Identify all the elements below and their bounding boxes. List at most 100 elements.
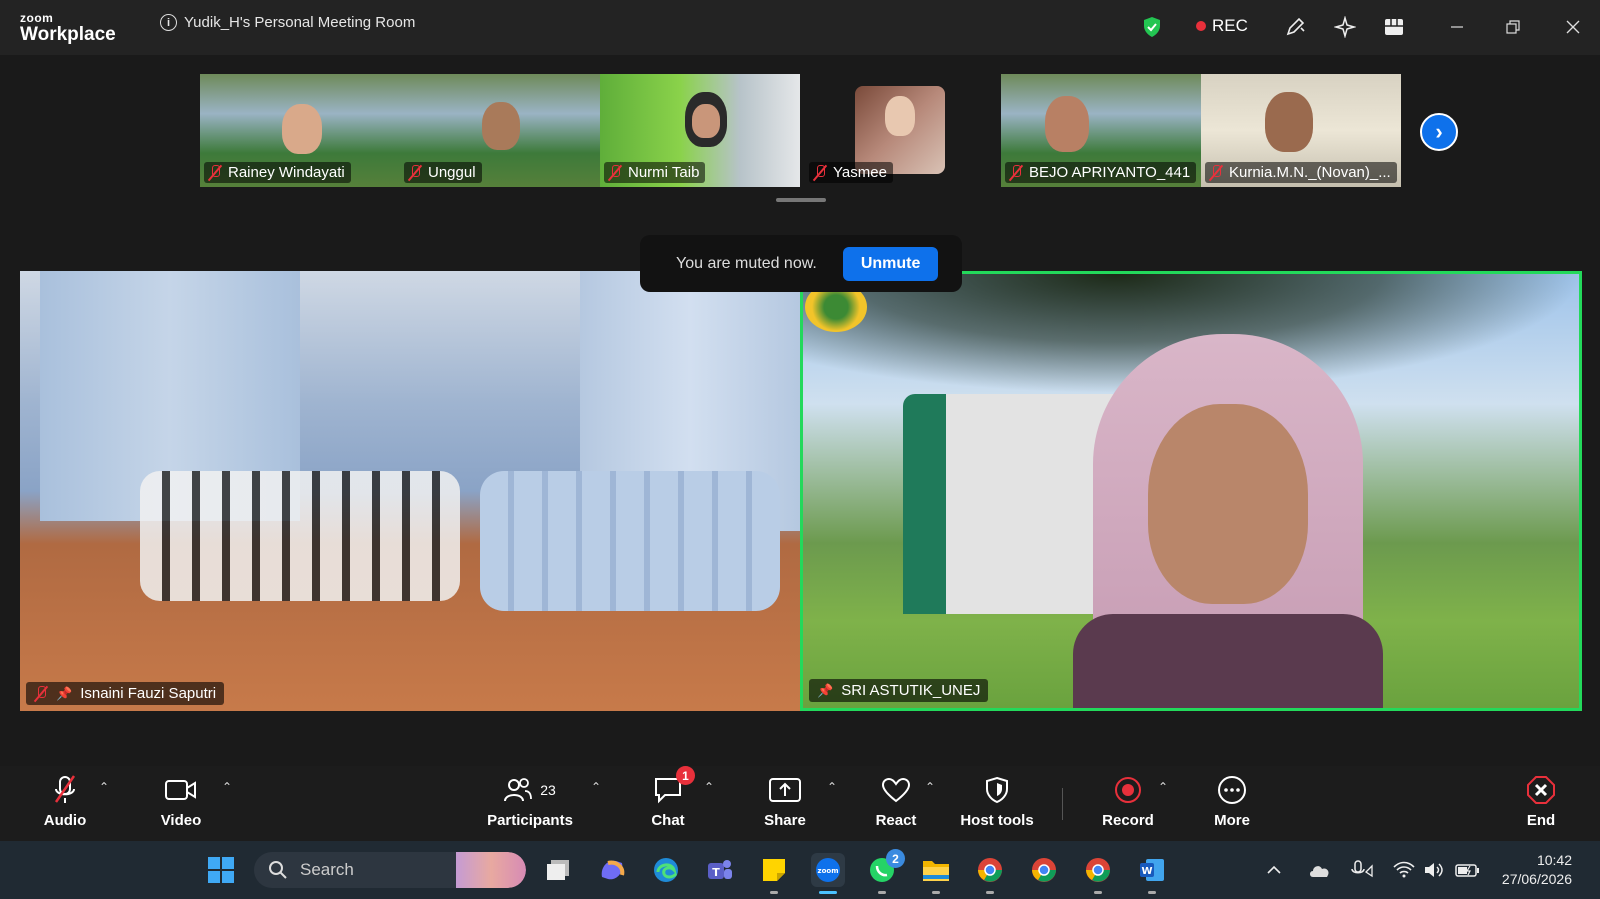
zoom-taskbar-icon[interactable]: zoom	[811, 853, 845, 894]
video-options-chevron-up-icon[interactable]: ⌃	[222, 780, 232, 794]
task-view-icon[interactable]	[541, 853, 575, 887]
muted-message: You are muted now.	[676, 254, 817, 272]
windows-start-icon[interactable]	[204, 853, 238, 887]
seated-group-boys	[140, 471, 460, 601]
zoom-logo: zoom Workplace	[20, 12, 116, 44]
recording-indicator[interactable]: REC	[1196, 16, 1248, 36]
recording-dot-icon	[1196, 21, 1206, 31]
sticky-notes-icon[interactable]	[757, 853, 791, 894]
whatsapp-icon[interactable]: 2	[865, 849, 905, 894]
running-indicator	[878, 891, 886, 894]
wifi-icon[interactable]	[1393, 853, 1415, 887]
close-icon[interactable]	[1560, 14, 1586, 40]
chrome-profile-1-icon[interactable]	[973, 853, 1007, 894]
chat-unread-badge: 1	[676, 766, 695, 785]
encryption-shield-icon[interactable]	[1142, 16, 1162, 43]
show-hidden-icons-chevron-up-icon[interactable]	[1266, 853, 1282, 887]
participant-name-tag: Unggul	[404, 162, 482, 183]
chevron-right-icon: ›	[1435, 119, 1443, 144]
share-button[interactable]: Share	[735, 772, 835, 829]
ai-companion-sparkle-icon[interactable]	[1332, 14, 1358, 40]
chat-label: Chat	[651, 812, 685, 829]
info-icon[interactable]: i	[160, 14, 177, 31]
chat-bubble-icon: 1	[653, 766, 695, 808]
chrome-profile-2-icon[interactable]	[1027, 853, 1061, 887]
active-indicator	[819, 891, 837, 894]
host-tools-button[interactable]: Host tools	[947, 772, 1047, 829]
react-label: React	[875, 812, 917, 829]
record-options-chevron-up-icon[interactable]: ⌃	[1158, 780, 1168, 794]
video-button[interactable]: Video	[131, 772, 231, 829]
meeting-title: Yudik_H's Personal Meeting Room	[184, 14, 416, 31]
participant-face	[1045, 96, 1089, 152]
more-button[interactable]: More	[1182, 772, 1282, 829]
audio-options-chevron-up-icon[interactable]: ⌃	[99, 780, 109, 794]
end-meeting-button[interactable]: End	[1491, 772, 1591, 829]
running-indicator	[1094, 891, 1102, 894]
strip-drag-handle[interactable]	[776, 198, 826, 202]
participants-button[interactable]: 23 Participants	[480, 772, 580, 829]
teams-icon[interactable]: T	[703, 853, 737, 887]
mic-muted-icon	[408, 164, 422, 181]
system-clock[interactable]: 10:42 27/06/2026	[1502, 851, 1572, 889]
volume-icon[interactable]	[1423, 853, 1445, 887]
chat-button[interactable]: 1 Chat	[618, 766, 718, 829]
svg-text:T: T	[712, 866, 720, 879]
participant-thumbnail[interactable]: Yasmee	[805, 74, 945, 187]
participant-face-detail	[692, 104, 720, 138]
word-icon[interactable]: W	[1135, 853, 1169, 894]
copilot-icon[interactable]	[595, 853, 629, 887]
participant-name: BEJO APRIYANTO_441	[1029, 164, 1191, 181]
participant-name-tag: 📌 SRI ASTUTIK_UNEJ	[809, 679, 989, 702]
mic-muted-icon	[608, 164, 622, 181]
mic-off-icon	[52, 772, 78, 808]
participant-thumbnail[interactable]: Unggul	[400, 74, 600, 187]
participant-thumbnail[interactable]: Rainey Windayati	[200, 74, 400, 187]
participants-icon: 23	[504, 772, 556, 808]
participant-name-tag: 📌 Isnaini Fauzi Saputri	[26, 682, 225, 705]
react-options-chevron-up-icon[interactable]: ⌃	[925, 780, 935, 794]
chrome-profile-3-icon[interactable]	[1081, 853, 1115, 894]
meeting-info[interactable]: i Yudik_H's Personal Meeting Room	[160, 14, 415, 31]
next-page-button[interactable]: ›	[1420, 113, 1458, 151]
participants-count: 23	[540, 782, 556, 798]
main-video-tile-active-speaker[interactable]: 📌 SRI ASTUTIK_UNEJ	[800, 271, 1582, 711]
participant-thumbnail[interactable]: BEJO APRIYANTO_441	[1001, 74, 1201, 187]
annotate-pen-icon[interactable]	[1282, 14, 1308, 40]
participant-name-tag: Nurmi Taib	[604, 162, 706, 183]
search-highlight-art	[456, 852, 526, 888]
participant-name: Rainey Windayati	[228, 164, 345, 181]
end-x-icon	[1526, 772, 1556, 808]
end-label: End	[1526, 812, 1556, 829]
participant-thumbnail[interactable]: Nurmi Taib	[600, 74, 800, 187]
file-explorer-icon[interactable]	[919, 853, 953, 894]
minimize-icon[interactable]	[1444, 14, 1470, 40]
chat-options-chevron-up-icon[interactable]: ⌃	[704, 780, 714, 794]
participant-face	[1265, 92, 1313, 152]
host-shield-icon	[984, 772, 1010, 808]
audio-label: Audio	[43, 812, 87, 829]
record-icon	[1113, 772, 1143, 808]
video-label: Video	[160, 812, 202, 829]
logo-small-text: zoom	[20, 11, 54, 25]
participants-options-chevron-up-icon[interactable]: ⌃	[591, 780, 601, 794]
share-screen-icon	[769, 772, 801, 808]
whatsapp-badge: 2	[886, 849, 905, 868]
onedrive-cloud-icon[interactable]	[1308, 853, 1332, 887]
share-options-chevron-up-icon[interactable]: ⌃	[827, 780, 837, 794]
unmute-button[interactable]: Unmute	[842, 246, 939, 281]
participant-name: Nurmi Taib	[628, 164, 700, 181]
battery-charging-icon[interactable]	[1455, 853, 1481, 887]
participant-face	[282, 104, 322, 154]
more-ellipsis-icon	[1217, 772, 1247, 808]
view-layout-icon[interactable]	[1381, 14, 1407, 40]
restore-icon[interactable]	[1500, 14, 1526, 40]
participant-face	[482, 102, 520, 150]
taskbar-search[interactable]: Search	[254, 852, 526, 888]
microphone-in-use-icon[interactable]	[1350, 853, 1374, 887]
main-video-tile[interactable]: 📌 Isnaini Fauzi Saputri	[20, 271, 800, 711]
mic-muted-icon	[813, 164, 827, 181]
edge-browser-icon[interactable]	[649, 853, 683, 887]
toolbar-separator	[1062, 788, 1063, 820]
participant-thumbnail[interactable]: Kurnia.M.N._(Novan)_...	[1201, 74, 1401, 187]
